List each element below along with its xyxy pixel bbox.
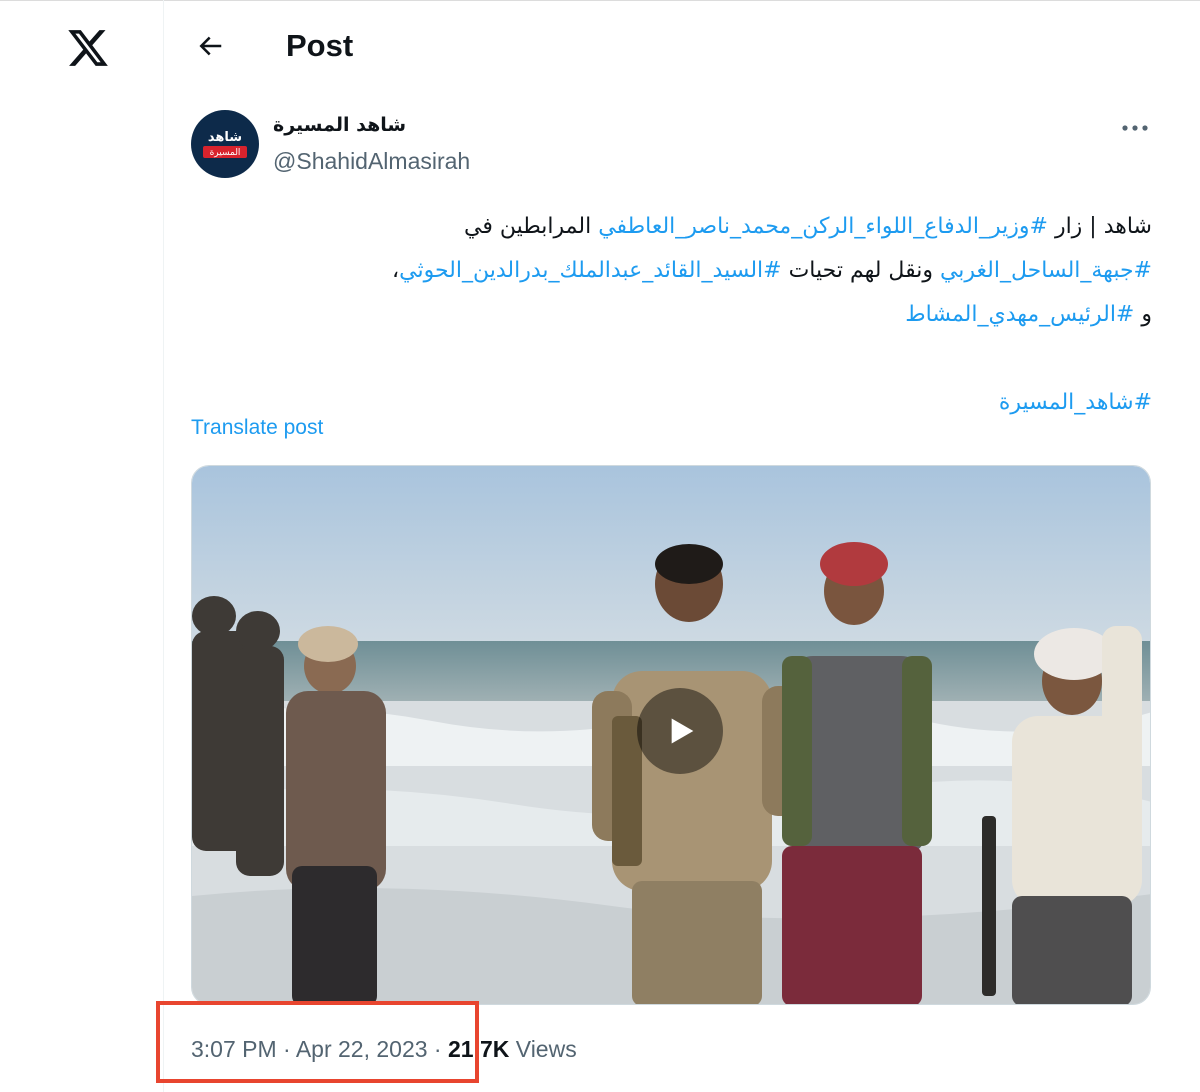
avatar-logo-bar: المسيرة [203, 146, 247, 158]
author-display-name[interactable]: شاهد المسيرة [273, 114, 406, 136]
translate-post-link[interactable]: Translate post [191, 416, 323, 440]
page-title: Post [286, 28, 354, 63]
hashtag-link[interactable]: #الرئيس_مهدي_المشاط [905, 302, 1134, 327]
back-button[interactable] [192, 28, 228, 64]
post-header: Post [164, 0, 1200, 92]
tweet-text-segment: المرابطين في [464, 214, 599, 239]
views-label: Views [509, 1036, 577, 1062]
timestamp-highlight-box [156, 1001, 479, 1083]
avatar[interactable]: شاهد المسيرة [191, 110, 259, 178]
tweet-line-3: و #الرئيس_مهدي_المشاط [190, 293, 1152, 337]
tweet-text-segment: ونقل لهم تحيات [781, 258, 940, 283]
tweet-text-segment: شاهد | زار [1047, 214, 1152, 239]
x-logo-icon[interactable] [66, 26, 110, 70]
author-handle[interactable]: @ShahidAlmasirah [273, 148, 470, 175]
hashtag-link[interactable]: #السيد_القائد_عبدالملك_بدرالدين_الحوثي [399, 258, 781, 283]
tweet-line-4: #شاهد_المسيرة [190, 381, 1152, 425]
tweet-line-1: شاهد | زار #وزير_الدفاع_اللواء_الركن_محم… [190, 205, 1152, 249]
hashtag-link[interactable]: #وزير_الدفاع_اللواء_الركن_محمد_ناصر_العا… [598, 214, 1048, 239]
play-icon [671, 718, 694, 744]
arrow-left-icon [199, 36, 222, 56]
avatar-logo-text: شاهد [207, 129, 243, 144]
left-nav-rail [0, 0, 164, 1092]
tweet-text: شاهد | زار #وزير_الدفاع_اللواء_الركن_محم… [190, 205, 1152, 425]
more-horizontal-icon [1122, 125, 1148, 131]
more-button[interactable] [1118, 116, 1152, 140]
hashtag-link[interactable]: #جبهة_الساحل_الغربي [940, 258, 1152, 283]
play-button[interactable] [637, 688, 723, 774]
tweet-line-2: #جبهة_الساحل_الغربي ونقل لهم تحيات #السي… [190, 249, 1152, 293]
tweet-text-segment: و [1134, 302, 1152, 327]
video-media[interactable] [191, 465, 1151, 1005]
hashtag-link[interactable]: #شاهد_المسيرة [999, 390, 1152, 415]
